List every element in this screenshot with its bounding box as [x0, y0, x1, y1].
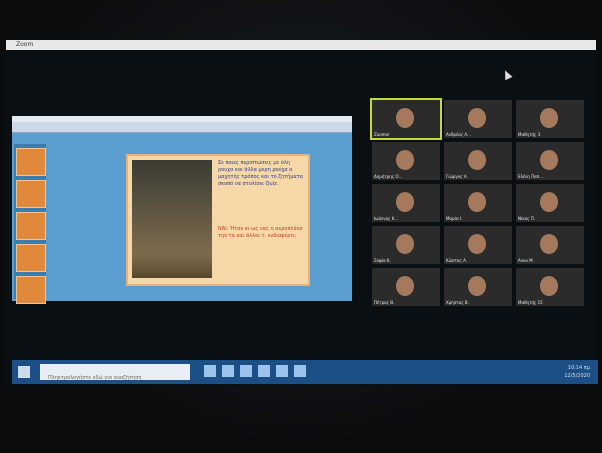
edge-icon[interactable]	[222, 365, 234, 377]
window-title: Zoom	[16, 41, 34, 48]
participant-name: Πέτρος Θ.	[374, 300, 395, 305]
participant-video-tile[interactable]: Δημήτρης Ο...	[372, 142, 440, 180]
participant-face	[468, 150, 486, 170]
participant-face	[396, 150, 414, 170]
shared-screen[interactable]: Σε ποιες περιπτώσεις με όλη ρουχα και άλ…	[12, 116, 352, 304]
participant-face	[468, 192, 486, 212]
zoom-icon[interactable]	[294, 365, 306, 377]
participant-video-tile[interactable]: Κώστας Α.	[444, 226, 512, 264]
participant-video-tile[interactable]: Zoomer	[370, 98, 442, 140]
participant-name: Αννα Μ.	[518, 258, 534, 263]
participant-face	[540, 108, 558, 128]
clock-date: 12/5/2020	[564, 373, 590, 379]
taskbar: Πληκτρολογήστε εδώ για αναζήτηση 10:14 π…	[12, 360, 598, 384]
clock-time: 10:14 πμ	[567, 365, 590, 371]
file-explorer-icon[interactable]	[240, 365, 252, 377]
slide-thumbnail[interactable]	[16, 244, 46, 272]
participant-name: Ανδρέας Α...	[446, 132, 471, 137]
participant-face	[540, 150, 558, 170]
participant-face	[540, 192, 558, 212]
participant-video-tile[interactable]: Αννα Μ.	[516, 226, 584, 264]
screen: Zoom Σε ποιες περιπτώσεις με όλη ρουχα κ…	[6, 40, 598, 385]
search-placeholder: Πληκτρολογήστε εδώ για αναζήτηση	[48, 375, 142, 381]
participant-name: Zoomer	[374, 132, 390, 137]
clock[interactable]: 10:14 πμ 12/5/2020	[554, 364, 590, 380]
slide-thumbnails[interactable]	[14, 144, 46, 304]
task-view-icon[interactable]	[204, 365, 216, 377]
participant-face	[396, 276, 414, 296]
participant-face	[540, 234, 558, 254]
participant-video-tile[interactable]: Ιωάννης Κ...	[372, 184, 440, 222]
participant-name: Δημήτρης Ο...	[374, 174, 403, 179]
participant-video-tile[interactable]: Γιώργος Α.	[444, 142, 512, 180]
current-slide: Σε ποιες περιπτώσεις με όλη ρουχα και άλ…	[126, 154, 310, 286]
participant-video-tile[interactable]: Μαρία Ι.	[444, 184, 512, 222]
participant-name: Σοφία Κ.	[374, 258, 391, 263]
slide-text-main: Σε ποιες περιπτώσεις με όλη ρουχα και άλ…	[218, 160, 304, 187]
participant-video-tile[interactable]: Σοφία Κ.	[372, 226, 440, 264]
participant-video-tile[interactable]: Νίκος Π.	[516, 184, 584, 222]
slide-photo	[132, 160, 212, 278]
slide-text-secondary: ΝΑΙ: Ήταν κι ως νας η αεροπλάνο την τα κ…	[218, 226, 303, 239]
participant-name: Μαρία Ι.	[446, 216, 463, 221]
participant-video-tile[interactable]: Πέτρος Θ.	[372, 268, 440, 306]
participant-name: Ιωάννης Κ...	[374, 216, 399, 221]
mail-icon[interactable]	[276, 365, 288, 377]
system-tray[interactable]	[478, 368, 548, 376]
participant-face	[396, 234, 414, 254]
participant-name: Μαθητής 15	[518, 300, 543, 305]
participant-name: Κώστας Α.	[446, 258, 468, 263]
video-gallery: Zoomer Ανδρέας Α... Μαθητής 3 Δημήτρης Ο...…	[370, 98, 584, 350]
participant-video-tile[interactable]: Ελένη Παπ...	[516, 142, 584, 180]
participant-name: Μαθητής 3	[518, 132, 541, 137]
slide-thumbnail[interactable]	[16, 276, 46, 304]
window-titlebar: Zoom	[6, 40, 596, 50]
slide-thumbnail[interactable]	[16, 212, 46, 240]
store-icon[interactable]	[258, 365, 270, 377]
participant-name: Γιώργος Α.	[446, 174, 468, 179]
taskbar-search[interactable]: Πληκτρολογήστε εδώ για αναζήτηση	[40, 364, 190, 381]
ribbon-toolbar[interactable]	[12, 122, 352, 133]
participant-face	[468, 108, 486, 128]
monitor-frame: Zoom Σε ποιες περιπτώσεις με όλη ρουχα κ…	[0, 0, 602, 453]
participant-video-tile[interactable]: Μαθητής 3	[516, 100, 584, 138]
slide-thumbnail[interactable]	[16, 180, 46, 208]
participant-name: Νίκος Π.	[518, 216, 536, 221]
participant-video-tile[interactable]: Μαθητής 15	[516, 268, 584, 306]
participant-face	[396, 108, 414, 128]
participant-video-tile[interactable]: Ανδρέας Α...	[444, 100, 512, 138]
participant-face	[396, 192, 414, 212]
participant-face	[468, 234, 486, 254]
slide-thumbnail[interactable]	[16, 148, 46, 176]
participant-face	[468, 276, 486, 296]
participant-name: Χρήστος Β.	[446, 300, 469, 305]
windows-start-icon[interactable]	[18, 366, 30, 378]
participant-face	[540, 276, 558, 296]
participant-video-tile[interactable]: Χρήστος Β.	[444, 268, 512, 306]
mouse-cursor-icon	[501, 68, 513, 81]
participant-name: Ελένη Παπ...	[518, 174, 543, 179]
